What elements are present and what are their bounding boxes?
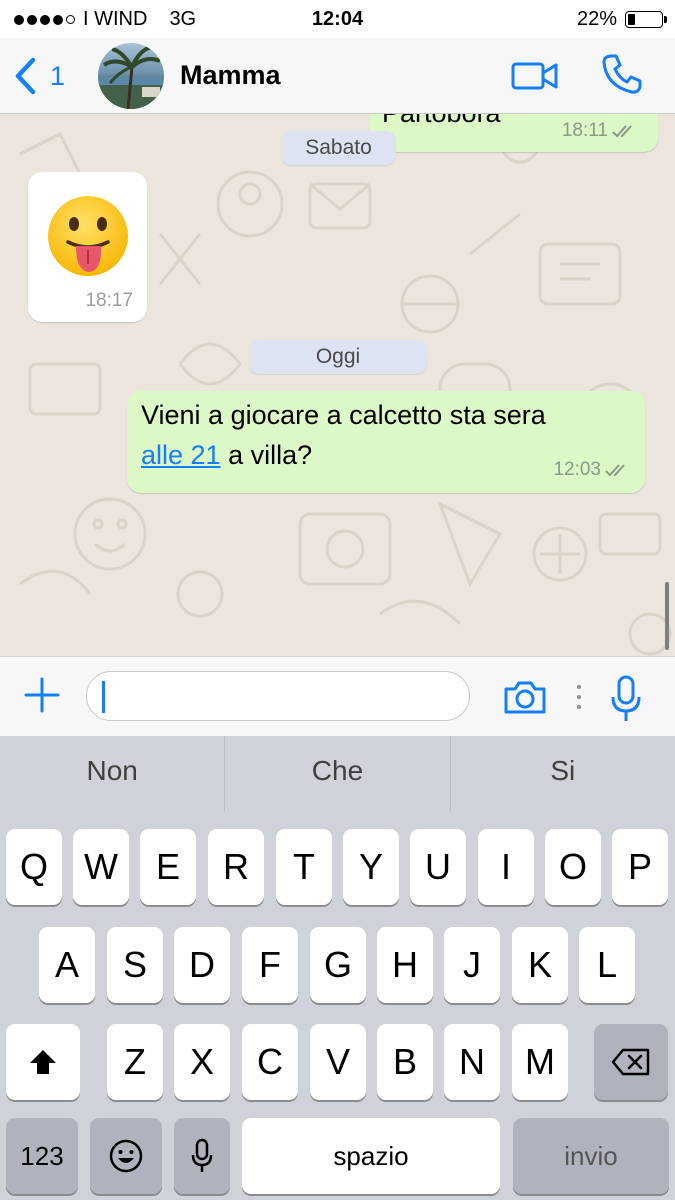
message-meta: 18:17 bbox=[85, 290, 133, 312]
chat-header: 1 Mamma bbox=[0, 38, 675, 114]
microphone-icon bbox=[191, 1138, 213, 1172]
contact-avatar[interactable] bbox=[98, 43, 164, 109]
key-f[interactable]: F bbox=[242, 927, 298, 1003]
suggestion-3[interactable]: Si bbox=[449, 736, 675, 812]
date-separator-oggi: Oggi bbox=[249, 340, 427, 374]
message-time: 18:11 bbox=[561, 120, 608, 141]
key-r[interactable]: R bbox=[208, 829, 264, 905]
tongue-out-emoji-icon bbox=[48, 196, 128, 276]
contact-name[interactable]: Mamma bbox=[180, 60, 281, 91]
key-c[interactable]: C bbox=[242, 1024, 298, 1100]
key-n[interactable]: N bbox=[444, 1024, 500, 1100]
backspace-icon bbox=[611, 1048, 650, 1076]
numbers-key[interactable]: 123 bbox=[6, 1118, 78, 1194]
shift-arrow-icon bbox=[30, 1050, 56, 1074]
suggestion-1[interactable]: Non bbox=[0, 736, 224, 812]
text-cursor bbox=[102, 681, 105, 713]
key-s[interactable]: S bbox=[107, 927, 163, 1003]
chevron-left-icon bbox=[15, 57, 36, 95]
key-u[interactable]: U bbox=[410, 829, 466, 905]
emoji-key[interactable] bbox=[90, 1118, 162, 1194]
message-composer bbox=[0, 656, 675, 736]
key-m[interactable]: M bbox=[512, 1024, 568, 1100]
status-bar: I WIND 3G 12:04 22% bbox=[0, 0, 675, 38]
microphone-icon[interactable] bbox=[610, 675, 642, 723]
key-t[interactable]: T bbox=[276, 829, 332, 905]
backspace-key[interactable] bbox=[594, 1024, 668, 1100]
key-z[interactable]: Z bbox=[107, 1024, 163, 1100]
key-e[interactable]: E bbox=[140, 829, 196, 905]
key-h[interactable]: H bbox=[377, 927, 433, 1003]
palm-tree-photo-icon bbox=[98, 45, 164, 109]
date-separator-sabato: Sabato bbox=[281, 131, 396, 165]
message-bubble-partial[interactable]: Partobora 18:11 bbox=[370, 114, 658, 152]
back-button[interactable]: 1 bbox=[12, 56, 65, 96]
space-key[interactable]: spazio bbox=[242, 1118, 500, 1194]
battery-level bbox=[628, 14, 635, 25]
emoji-smiley-icon bbox=[109, 1139, 143, 1173]
key-b[interactable]: B bbox=[377, 1024, 433, 1100]
key-w[interactable]: W bbox=[73, 829, 129, 905]
message-time: 18:17 bbox=[85, 290, 133, 311]
unread-count: 1 bbox=[50, 60, 66, 91]
time-link[interactable]: alle 21 bbox=[141, 440, 221, 470]
key-x[interactable]: X bbox=[174, 1024, 230, 1100]
shift-key[interactable] bbox=[6, 1024, 80, 1100]
message-input[interactable] bbox=[86, 671, 470, 721]
status-bar-right: 22% bbox=[576, 8, 667, 31]
message-bubble-incoming[interactable]: 18:17 bbox=[28, 172, 147, 322]
message-meta: 18:11 bbox=[562, 120, 636, 142]
key-v[interactable]: V bbox=[310, 1024, 366, 1100]
double-check-icon bbox=[605, 464, 625, 477]
key-d[interactable]: D bbox=[174, 927, 230, 1003]
message-bubble-outgoing[interactable]: Vieni a giocare a calcetto sta sera alle… bbox=[127, 391, 645, 493]
message-text-line1: Vieni a giocare a calcetto sta sera bbox=[141, 400, 546, 430]
message-text-end: a villa? bbox=[220, 440, 313, 470]
camera-icon[interactable] bbox=[502, 679, 548, 715]
predictive-text-bar: Non Che Si bbox=[0, 736, 675, 812]
return-key[interactable]: invio bbox=[513, 1118, 669, 1194]
key-o[interactable]: O bbox=[545, 829, 601, 905]
battery-icon bbox=[625, 11, 667, 28]
key-l[interactable]: L bbox=[579, 927, 635, 1003]
key-i[interactable]: I bbox=[478, 829, 534, 905]
key-g[interactable]: G bbox=[310, 927, 366, 1003]
key-p[interactable]: P bbox=[612, 829, 668, 905]
plus-icon[interactable] bbox=[24, 677, 60, 713]
chat-scrollbar[interactable] bbox=[665, 582, 669, 650]
key-k[interactable]: K bbox=[512, 927, 568, 1003]
key-j[interactable]: J bbox=[444, 927, 500, 1003]
keyboard: Q W E R T Y U I O P A S D F G H J K L Z … bbox=[0, 812, 675, 1200]
message-time: 12:03 bbox=[553, 459, 601, 480]
suggestion-2[interactable]: Che bbox=[224, 736, 449, 812]
video-call-icon[interactable] bbox=[510, 58, 560, 94]
phone-call-icon[interactable] bbox=[600, 52, 644, 96]
double-check-icon bbox=[612, 125, 632, 138]
dictation-key[interactable] bbox=[174, 1118, 230, 1194]
battery-percentage: 22% bbox=[576, 8, 617, 30]
message-text: Partobora bbox=[382, 114, 501, 129]
key-q[interactable]: Q bbox=[6, 829, 62, 905]
more-options-icon bbox=[577, 685, 581, 709]
clock: 12:04 bbox=[311, 8, 364, 30]
key-a[interactable]: A bbox=[39, 927, 95, 1003]
message-meta: 12:03 bbox=[553, 459, 629, 481]
key-y[interactable]: Y bbox=[343, 829, 399, 905]
chat-area[interactable]: Partobora 18:11 Sabato 18:17 bbox=[0, 114, 675, 656]
